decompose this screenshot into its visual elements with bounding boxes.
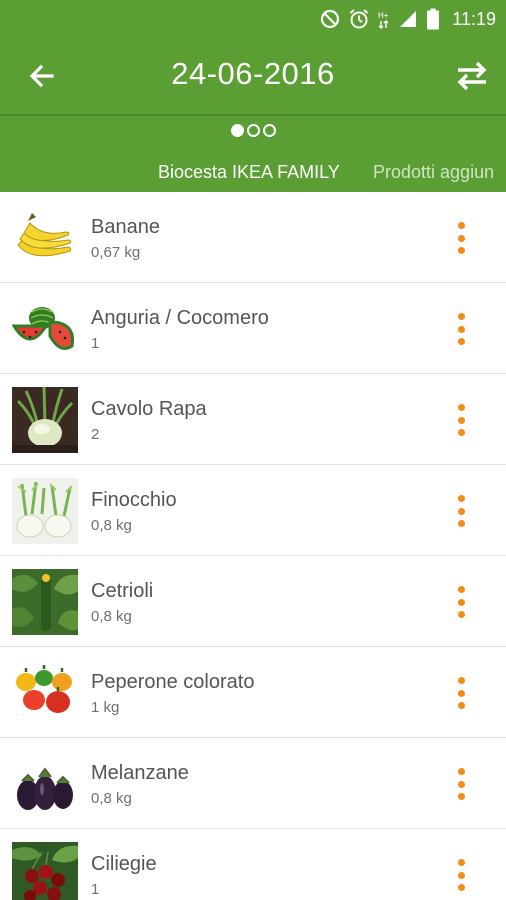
dot-icon: [457, 325, 465, 333]
dot-icon: [457, 338, 465, 345]
dot-icon: [457, 495, 465, 502]
more-options-button[interactable]: [446, 859, 476, 891]
dot-icon: [457, 313, 465, 320]
more-options-button[interactable]: [446, 404, 476, 436]
product-name: Anguria / Cocomero: [91, 307, 269, 329]
more-options-button[interactable]: [446, 586, 476, 618]
dot-icon: [457, 702, 465, 709]
more-options-button[interactable]: [446, 313, 476, 345]
dot-icon: [457, 416, 465, 424]
product-quantity: 0,8 kg: [91, 608, 132, 625]
alarm-icon: [350, 9, 369, 29]
cucumber-image: [12, 569, 78, 635]
dot-icon: [457, 520, 465, 527]
status-time: 11:19: [452, 8, 496, 29]
dot-icon: [457, 234, 465, 242]
network-label: H+: [378, 11, 389, 20]
dot-icon: [457, 404, 465, 411]
watermelon-image: [12, 296, 78, 362]
list-item[interactable]: Finocchio 0,8 kg: [0, 465, 506, 556]
more-options-button[interactable]: [446, 495, 476, 527]
tab-bar: Biocesta IKEA FAMILY Prodotti aggiun: [0, 156, 506, 192]
product-quantity: 1: [91, 881, 100, 898]
dot-icon: [457, 793, 465, 800]
list-item[interactable]: Cetrioli 0,8 kg: [0, 556, 506, 647]
dot-icon: [457, 884, 465, 891]
cherries-image: [12, 842, 78, 900]
product-name: Melanzane: [91, 762, 189, 784]
product-name: Ciliegie: [91, 853, 157, 875]
dot-icon: [457, 507, 465, 515]
list-item[interactable]: Melanzane 0,8 kg: [0, 738, 506, 829]
dot-icon: [457, 677, 465, 684]
toolbar: 24-06-2016: [0, 38, 506, 114]
dot-icon: [457, 586, 465, 593]
eggplant-image: [12, 751, 78, 817]
banana-image: [12, 205, 78, 271]
page-dot[interactable]: [246, 124, 260, 137]
kohlrabi-image: [12, 387, 78, 453]
do-not-disturb-icon: [321, 9, 340, 29]
dot-icon: [457, 859, 465, 866]
dot-icon: [457, 768, 465, 775]
fennel-image: [12, 478, 78, 544]
page-dot[interactable]: [262, 124, 276, 137]
list-item[interactable]: Banane 0,67 kg: [0, 192, 506, 283]
product-quantity: 0,8 kg: [91, 790, 132, 807]
product-name: Cetrioli: [91, 580, 154, 602]
toolbar-divider: [0, 114, 506, 116]
product-name: Banane: [91, 216, 160, 238]
list-item[interactable]: Peperone colorato 1 kg: [0, 647, 506, 738]
product-list: Banane 0,67 kg Anguria / Cocomero 1 Cavo…: [0, 192, 506, 900]
dot-icon: [457, 871, 465, 879]
list-item[interactable]: Anguria / Cocomero 1: [0, 283, 506, 374]
list-item[interactable]: Ciliegie 1: [0, 829, 506, 900]
product-quantity: 1 kg: [91, 699, 120, 716]
dot-icon: [457, 598, 465, 606]
hplus-network-icon: H+: [378, 11, 389, 29]
dot-icon: [457, 689, 465, 697]
battery-icon: [427, 8, 440, 30]
signal-icon: [400, 11, 417, 27]
status-icons: H+ 11:19: [320, 6, 496, 32]
product-quantity: 1: [91, 335, 100, 352]
page-title: 24-06-2016: [171, 56, 335, 91]
product-name: Peperone colorato: [91, 671, 255, 693]
app-header: H+ 11:19 24-06-2016 Biocesta IKEA FAMILY…: [0, 0, 506, 192]
status-bar: H+ 11:19: [0, 0, 506, 38]
product-name: Finocchio: [91, 489, 177, 511]
page-dot[interactable]: [230, 124, 244, 137]
product-quantity: 0,8 kg: [91, 517, 132, 534]
page-indicator: [0, 124, 506, 144]
product-quantity: 0,67 kg: [91, 244, 141, 261]
product-name: Cavolo Rapa: [91, 398, 207, 420]
dot-icon: [457, 247, 465, 254]
peppers-image: [12, 660, 78, 726]
tab-biocesta[interactable]: Biocesta IKEA FAMILY: [158, 162, 340, 183]
list-item[interactable]: Cavolo Rapa 2: [0, 374, 506, 465]
dot-icon: [457, 780, 465, 788]
tab-prodotti-aggiunti[interactable]: Prodotti aggiun: [373, 162, 494, 183]
swap-button[interactable]: [452, 56, 492, 96]
more-options-button[interactable]: [446, 222, 476, 254]
swap-horizontal-icon: [457, 61, 487, 91]
more-options-button[interactable]: [446, 768, 476, 800]
dot-icon: [457, 222, 465, 229]
product-quantity: 2: [91, 426, 100, 443]
dot-icon: [457, 429, 465, 436]
more-options-button[interactable]: [446, 677, 476, 709]
dot-icon: [457, 611, 465, 618]
